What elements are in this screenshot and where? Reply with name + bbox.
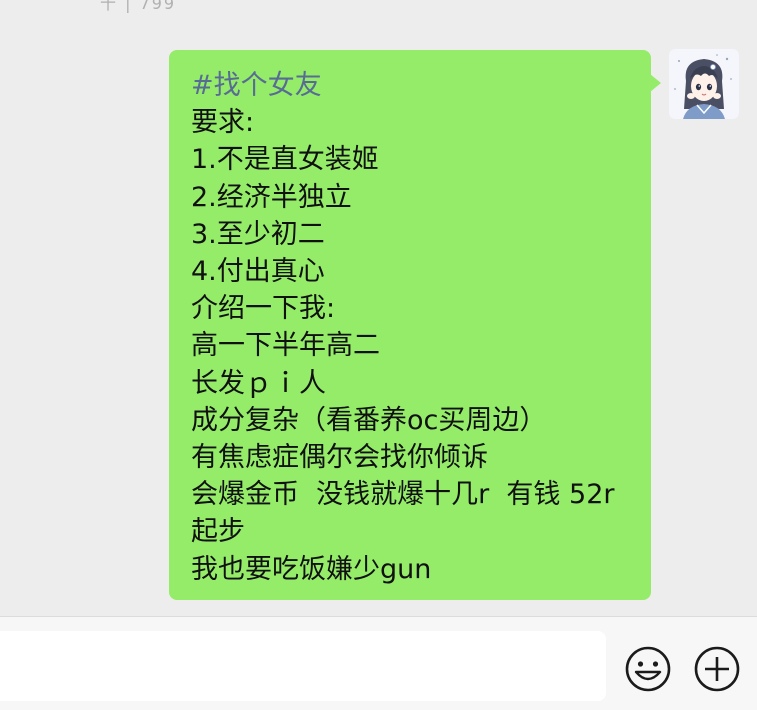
message-line: 介绍一下我:	[191, 293, 336, 325]
message-line: 2.经济半独立	[191, 181, 352, 213]
message-line: 成分复杂（看番养oc买周边）	[191, 404, 547, 436]
message-bubble[interactable]: #找个女友 要求: 1.不是直女装姬 2.经济半独立 3.至少初二 4.付出真心…	[169, 50, 651, 600]
message-line: 要求:	[191, 107, 255, 139]
chat-area: #找个女友 要求: 1.不是直女装姬 2.经济半独立 3.至少初二 4.付出真心…	[0, 0, 757, 616]
anime-avatar-icon	[669, 49, 739, 119]
message-input[interactable]	[0, 631, 606, 701]
message-line: 3.至少初二	[191, 218, 325, 250]
message-line: 长发ｐｉ人	[191, 367, 326, 399]
smiley-face-icon	[625, 646, 671, 692]
plus-circle-icon	[694, 646, 740, 692]
more-button[interactable]	[692, 644, 742, 694]
message-line: 1.不是直女装姬	[191, 144, 379, 176]
emoji-button[interactable]	[623, 644, 673, 694]
message-line: 有焦虑症偶尔会找你倾诉	[191, 442, 488, 474]
input-bar	[0, 616, 757, 710]
message-line: 会爆金币 没钱就爆十几r 有钱 52r	[191, 479, 615, 511]
avatar[interactable]	[669, 49, 739, 119]
hashtag-link[interactable]: #找个女友	[191, 67, 631, 104]
bubble-tail	[650, 74, 661, 92]
message-line: 起步	[191, 516, 245, 548]
message-line: 高一下半年高二	[191, 330, 380, 362]
message-line: 我也要吃饭嫌少gun	[191, 553, 432, 585]
message-line: 4.付出真心	[191, 256, 325, 288]
